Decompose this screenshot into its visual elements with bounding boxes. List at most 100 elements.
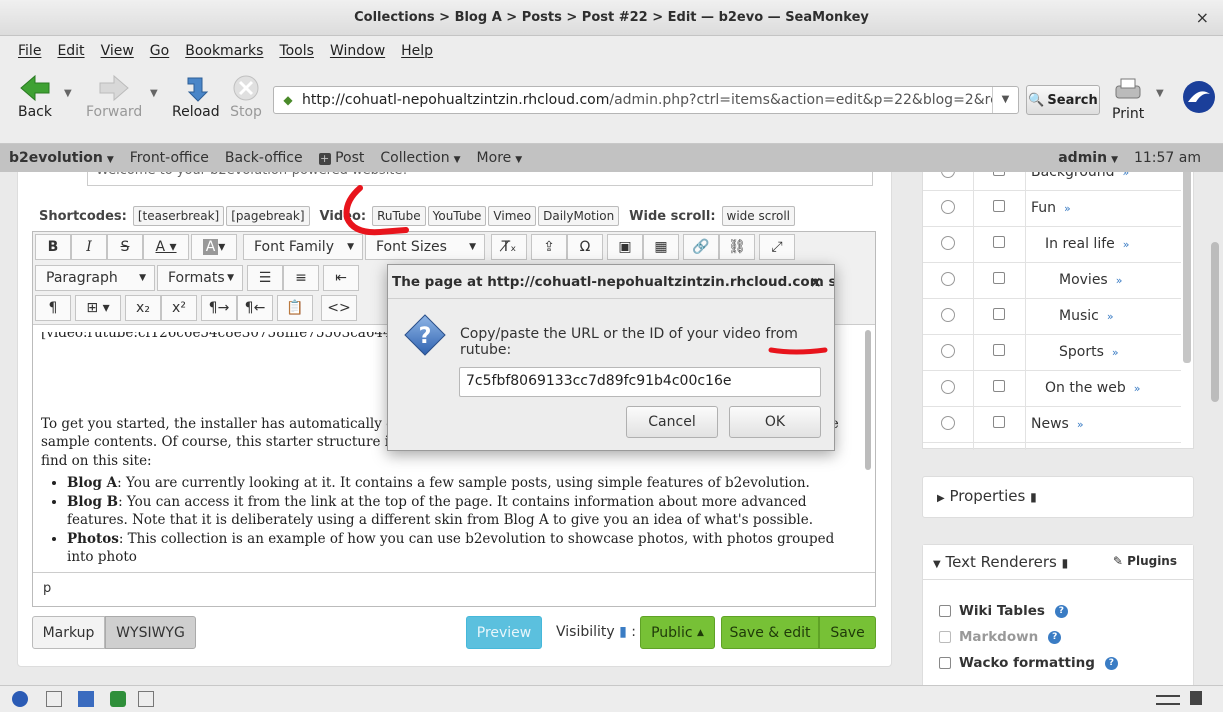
preview-button[interactable]: Preview xyxy=(466,616,542,649)
mail-icon[interactable] xyxy=(46,691,62,707)
outdent-icon[interactable]: ⇤ xyxy=(323,265,359,291)
renderers-toggle[interactable]: ▼ Text Renderers ▮ xyxy=(933,553,1068,571)
pagebreak-button[interactable]: [pagebreak] xyxy=(226,206,310,226)
superscript-icon[interactable]: x² xyxy=(161,295,197,321)
online-status-icon[interactable] xyxy=(1156,695,1180,705)
url-history-dropdown[interactable]: ▼ xyxy=(992,87,1018,113)
navigator-icon[interactable] xyxy=(12,691,28,707)
plugins-link[interactable]: ✎ Plugins xyxy=(1113,554,1177,568)
collection-menu[interactable]: Collection ▼ xyxy=(380,150,460,166)
formats-select[interactable]: Formats ▼ xyxy=(157,265,243,291)
properties-toggle[interactable]: ▶ Properties ▮ xyxy=(923,477,1193,515)
extra-category-checkbox[interactable] xyxy=(993,236,1005,248)
dailymotion-button[interactable]: DailyMotion xyxy=(538,206,620,226)
category-row[interactable]: Music» xyxy=(923,299,1181,335)
insert-file-icon[interactable]: ⇪ xyxy=(531,234,567,260)
menu-tools[interactable]: Tools xyxy=(279,43,314,59)
address-book-icon[interactable] xyxy=(110,691,126,707)
category-row[interactable]: On the web» xyxy=(923,371,1181,407)
paragraph-select[interactable]: Paragraph ▼ xyxy=(35,265,155,291)
print-button[interactable]: Print xyxy=(1112,76,1144,122)
ltr-icon[interactable]: ¶→ xyxy=(201,295,237,321)
main-category-radio[interactable] xyxy=(941,200,955,214)
search-button[interactable]: 🔍 Search xyxy=(1026,85,1100,115)
extra-category-checkbox[interactable] xyxy=(993,272,1005,284)
wiki-tables-checkbox[interactable] xyxy=(939,605,951,617)
category-row[interactable]: News» xyxy=(923,407,1181,443)
background-color-button[interactable]: A ▾ xyxy=(191,234,237,260)
category-row[interactable]: Background» xyxy=(923,172,1181,191)
markup-tab[interactable]: Markup xyxy=(32,616,105,649)
special-character-icon[interactable]: Ω xyxy=(567,234,603,260)
manual-book-icon[interactable]: ▮ xyxy=(619,624,627,640)
main-category-radio[interactable] xyxy=(941,380,955,394)
video-url-input[interactable]: 7c5fbf8069133cc7d89fc91b4c00c16e xyxy=(459,367,821,397)
wide-scroll-button[interactable]: wide scroll xyxy=(721,206,796,226)
back-button[interactable]: Back xyxy=(18,74,52,120)
front-office-link[interactable]: Front-office xyxy=(130,150,209,166)
category-row[interactable]: Fun» xyxy=(923,191,1181,227)
rutube-button[interactable]: RuTube xyxy=(372,206,426,226)
main-category-radio[interactable] xyxy=(941,272,955,286)
visibility-public-dropdown[interactable]: Public ▲ xyxy=(640,616,715,649)
print-dropdown[interactable]: ▼ xyxy=(1156,88,1164,99)
bold-button[interactable]: B xyxy=(35,234,71,260)
forward-history-dropdown[interactable]: ▼ xyxy=(150,88,158,99)
save-and-edit-button[interactable]: Save & edit xyxy=(721,616,819,649)
italic-button[interactable]: I xyxy=(71,234,107,260)
site-identity-icon[interactable]: ◆ xyxy=(274,93,302,107)
text-color-button[interactable]: A ▾ xyxy=(143,234,189,260)
page-scrollbar[interactable] xyxy=(1211,242,1219,402)
wysiwyg-tab[interactable]: WYSIWYG xyxy=(105,616,196,649)
save-button[interactable]: Save xyxy=(819,616,876,649)
back-office-link[interactable]: Back-office xyxy=(225,150,303,166)
link-icon[interactable]: 🔗 xyxy=(683,234,719,260)
paste-icon[interactable]: 📋 xyxy=(277,295,313,321)
table-icon[interactable]: ⊞ ▾ xyxy=(75,295,121,321)
vimeo-button[interactable]: Vimeo xyxy=(488,206,537,226)
wacko-formatting-checkbox[interactable] xyxy=(939,657,951,669)
main-category-radio[interactable] xyxy=(941,236,955,250)
user-menu[interactable]: admin ▼ xyxy=(1058,150,1118,166)
more-menu[interactable]: More ▼ xyxy=(477,150,523,166)
category-row[interactable]: Sports» xyxy=(923,335,1181,371)
extra-category-checkbox[interactable] xyxy=(993,200,1005,212)
b2evolution-menu[interactable]: b2evolution ▼ xyxy=(9,150,114,166)
fullscreen-icon[interactable]: ⤢ xyxy=(759,234,795,260)
back-history-dropdown[interactable]: ▼ xyxy=(64,88,72,99)
bullet-list-icon[interactable]: ☰ xyxy=(247,265,283,291)
source-code-icon[interactable]: <> xyxy=(321,295,357,321)
security-lock-icon[interactable] xyxy=(1190,691,1202,705)
strikethrough-button[interactable]: S xyxy=(107,234,143,260)
subscript-icon[interactable]: x₂ xyxy=(125,295,161,321)
extra-category-checkbox[interactable] xyxy=(993,308,1005,320)
main-category-radio[interactable] xyxy=(941,344,955,358)
markdown-checkbox[interactable] xyxy=(939,631,951,643)
composer-icon[interactable] xyxy=(78,691,94,707)
paragraph-mark-icon[interactable]: ¶ xyxy=(35,295,71,321)
extra-category-checkbox[interactable] xyxy=(993,172,1005,176)
teaserbreak-button[interactable]: [teaserbreak] xyxy=(132,206,225,226)
menu-help[interactable]: Help xyxy=(401,43,433,59)
menu-bookmarks[interactable]: Bookmarks xyxy=(185,43,263,59)
numbered-list-icon[interactable]: ≡ xyxy=(283,265,319,291)
main-category-radio[interactable] xyxy=(941,172,955,178)
editor-scrollbar[interactable] xyxy=(863,328,873,566)
main-category-radio[interactable] xyxy=(941,308,955,322)
categories-scrollbar[interactable] xyxy=(1183,172,1191,363)
forward-button[interactable]: Forward xyxy=(86,74,142,120)
menu-file[interactable]: File xyxy=(18,43,41,59)
url-bar[interactable]: ◆ http://cohuatl-nepohualtzintzin.rhclou… xyxy=(273,86,1019,114)
extra-category-checkbox[interactable] xyxy=(993,380,1005,392)
irc-chat-icon[interactable] xyxy=(138,691,154,707)
menu-edit[interactable]: Edit xyxy=(57,43,84,59)
media-icon[interactable]: ▦ xyxy=(643,234,679,260)
main-category-radio[interactable] xyxy=(941,416,955,430)
font-size-select[interactable]: Font Sizes ▼ xyxy=(365,234,485,260)
post-title-input[interactable]: Welcome to your b2evolution-powered webs… xyxy=(87,172,873,186)
clear-formatting-button[interactable]: T̸ₓ xyxy=(491,234,527,260)
dialog-close-button[interactable]: × xyxy=(809,265,822,298)
menu-view[interactable]: View xyxy=(101,43,134,59)
url-text[interactable]: http://cohuatl-nepohualtzintzin.rhcloud.… xyxy=(302,92,992,108)
category-row[interactable]: In real life» xyxy=(923,227,1181,263)
